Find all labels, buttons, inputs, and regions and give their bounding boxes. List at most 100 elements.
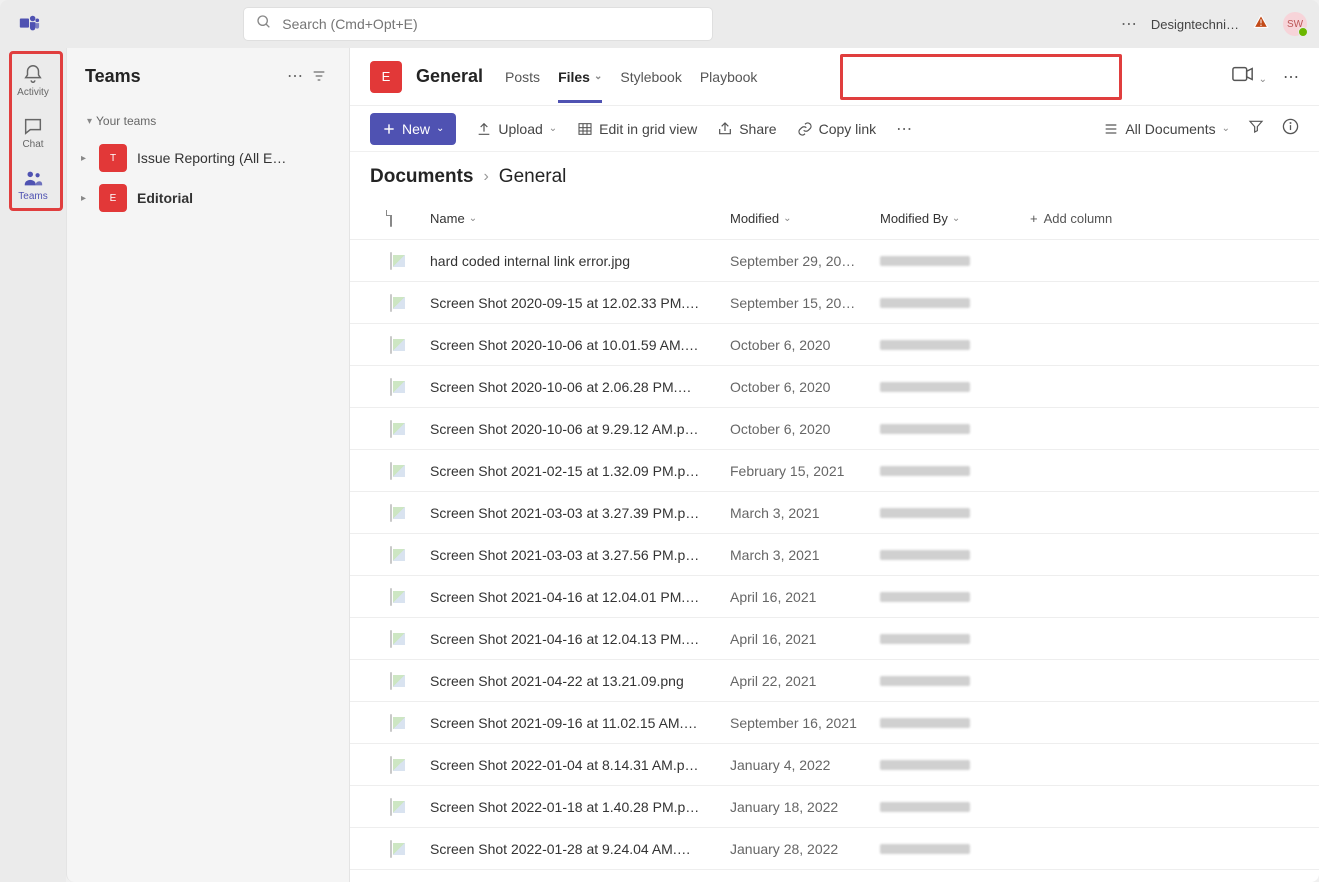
file-name[interactable]: Screen Shot 2021-03-03 at 3.27.56 PM.p… xyxy=(430,547,730,563)
team-name: Issue Reporting (All E… xyxy=(137,150,286,166)
share-button[interactable]: Share xyxy=(717,121,776,137)
nav-teams-label: Teams xyxy=(18,191,47,202)
file-modified-by xyxy=(880,802,1030,812)
your-teams-label[interactable]: ▾ Your teams xyxy=(67,104,349,138)
file-modified: April 16, 2021 xyxy=(730,631,880,647)
table-row[interactable]: Screen Shot 2021-03-03 at 3.27.56 PM.p… … xyxy=(350,534,1319,576)
table-row[interactable]: Screen Shot 2020-10-06 at 10.01.59 AM.… … xyxy=(350,324,1319,366)
file-modified: October 6, 2020 xyxy=(730,421,880,437)
search-input[interactable] xyxy=(282,16,700,32)
file-name[interactable]: Screen Shot 2021-02-15 at 1.32.09 PM.p… xyxy=(430,463,730,479)
file-name[interactable]: Screen Shot 2021-04-16 at 12.04.13 PM.… xyxy=(430,631,730,647)
table-row[interactable]: Screen Shot 2021-02-15 at 1.32.09 PM.p… … xyxy=(350,450,1319,492)
file-modified: September 29, 20… xyxy=(730,253,880,269)
tab-files[interactable]: Files⌄ xyxy=(558,51,602,103)
caret-down-icon: ▾ xyxy=(87,116,92,127)
image-file-icon xyxy=(390,798,392,816)
file-name[interactable]: Screen Shot 2021-04-16 at 12.04.01 PM.… xyxy=(430,589,730,605)
file-modified: September 16, 2021 xyxy=(730,715,880,731)
teams-logo-icon xyxy=(18,13,40,35)
tab-stylebook[interactable]: Stylebook xyxy=(620,51,681,103)
add-column-button[interactable]: +Add column xyxy=(1030,211,1299,226)
table-row[interactable]: Screen Shot 2021-04-22 at 13.21.09.png A… xyxy=(350,660,1319,702)
upload-button[interactable]: Upload ⌄ xyxy=(476,121,557,137)
file-name[interactable]: hard coded internal link error.jpg xyxy=(430,253,730,269)
files-toolbar: New ⌄ Upload ⌄ Edit in grid view Share C… xyxy=(350,106,1319,152)
nav-activity[interactable]: Activity xyxy=(0,54,66,106)
team-item[interactable]: ▸ E Editorial xyxy=(67,178,349,218)
channel-header: E General PostsFiles⌄StylebookPlaybook ⌄… xyxy=(350,48,1319,106)
warning-icon[interactable] xyxy=(1253,14,1269,35)
topbar: ⋯ Designtechni… SW xyxy=(0,0,1319,48)
table-row[interactable]: Screen Shot 2021-04-16 at 12.04.13 PM.… … xyxy=(350,618,1319,660)
file-modified-by xyxy=(880,466,1030,476)
file-name[interactable]: Screen Shot 2020-10-06 at 10.01.59 AM.… xyxy=(430,337,730,353)
file-name[interactable]: Screen Shot 2022-01-28 at 9.24.04 AM.… xyxy=(430,841,730,857)
team-item[interactable]: ▸ T Issue Reporting (All E… xyxy=(67,138,349,178)
team-avatar: T xyxy=(99,144,127,172)
col-header-name[interactable]: Name⌄ xyxy=(430,211,730,226)
file-modified-by xyxy=(880,508,1030,518)
file-modified-by xyxy=(880,550,1030,560)
image-file-icon xyxy=(390,714,392,732)
breadcrumb: Documents › General xyxy=(350,152,1319,198)
info-icon[interactable] xyxy=(1282,118,1299,140)
table-row[interactable]: Screen Shot 2022-01-28 at 9.24.04 AM.… J… xyxy=(350,828,1319,870)
file-modified: September 15, 20… xyxy=(730,295,880,311)
left-nav: Activity Chat Teams xyxy=(0,48,66,882)
copy-link-button[interactable]: Copy link xyxy=(797,121,877,137)
new-button[interactable]: New ⌄ xyxy=(370,113,456,145)
tab-posts[interactable]: Posts xyxy=(505,51,540,103)
file-name[interactable]: Screen Shot 2021-09-16 at 11.02.15 AM.… xyxy=(430,715,730,731)
table-header-row: Name⌄ Modified⌄ Modified By⌄ +Add column xyxy=(350,198,1319,240)
filter-icon[interactable] xyxy=(307,64,331,88)
file-name[interactable]: Screen Shot 2020-10-06 at 9.29.12 AM.p… xyxy=(430,421,730,437)
table-row[interactable]: Screen Shot 2021-03-03 at 3.27.39 PM.p… … xyxy=(350,492,1319,534)
file-modified-by xyxy=(880,340,1030,350)
table-row[interactable]: Screen Shot 2022-01-18 at 1.40.28 PM.p… … xyxy=(350,786,1319,828)
nav-chat[interactable]: Chat xyxy=(0,106,66,158)
breadcrumb-documents[interactable]: Documents xyxy=(370,166,473,188)
topbar-more-icon[interactable]: ⋯ xyxy=(1121,14,1137,34)
table-row[interactable]: hard coded internal link error.jpg Septe… xyxy=(350,240,1319,282)
file-modified: March 3, 2021 xyxy=(730,547,880,563)
table-row[interactable]: Screen Shot 2020-09-15 at 12.02.33 PM.… … xyxy=(350,282,1319,324)
file-name[interactable]: Screen Shot 2021-04-22 at 13.21.09.png xyxy=(430,673,730,689)
chevron-right-icon: › xyxy=(483,168,488,186)
teams-more-icon[interactable]: ⋯ xyxy=(283,64,307,88)
search-container[interactable] xyxy=(244,8,712,40)
col-header-modified[interactable]: Modified⌄ xyxy=(730,211,880,226)
channel-more-icon[interactable]: ⋯ xyxy=(1283,67,1299,87)
filter-icon[interactable] xyxy=(1248,118,1264,139)
file-name[interactable]: Screen Shot 2022-01-18 at 1.40.28 PM.p… xyxy=(430,799,730,815)
meet-button[interactable]: ⌄ xyxy=(1232,66,1267,87)
file-modified: April 16, 2021 xyxy=(730,589,880,605)
file-modified: January 4, 2022 xyxy=(730,757,880,773)
channel-title: General xyxy=(416,66,483,87)
table-row[interactable]: Screen Shot 2022-01-04 at 8.14.31 AM.p… … xyxy=(350,744,1319,786)
user-avatar[interactable]: SW xyxy=(1283,12,1307,36)
col-header-modified-by[interactable]: Modified By⌄ xyxy=(880,211,1030,226)
file-type-header-icon[interactable] xyxy=(390,210,392,227)
image-file-icon xyxy=(390,294,392,312)
file-name[interactable]: Screen Shot 2021-03-03 at 3.27.39 PM.p… xyxy=(430,505,730,521)
edit-grid-button[interactable]: Edit in grid view xyxy=(577,121,697,137)
file-name[interactable]: Screen Shot 2020-09-15 at 12.02.33 PM.… xyxy=(430,295,730,311)
org-name[interactable]: Designtechni… xyxy=(1151,17,1239,32)
table-row[interactable]: Screen Shot 2020-10-06 at 9.29.12 AM.p… … xyxy=(350,408,1319,450)
toolbar-more-icon[interactable]: ⋯ xyxy=(896,119,912,139)
table-row[interactable]: Screen Shot 2021-04-16 at 12.04.01 PM.… … xyxy=(350,576,1319,618)
file-name[interactable]: Screen Shot 2020-10-06 at 2.06.28 PM.… xyxy=(430,379,730,395)
table-row[interactable]: Screen Shot 2021-09-16 at 11.02.15 AM.… … xyxy=(350,702,1319,744)
table-row[interactable]: Screen Shot 2020-10-06 at 2.06.28 PM.… O… xyxy=(350,366,1319,408)
view-selector[interactable]: All Documents ⌄ xyxy=(1103,121,1230,137)
tab-playbook[interactable]: Playbook xyxy=(700,51,758,103)
file-name[interactable]: Screen Shot 2022-01-04 at 8.14.31 AM.p… xyxy=(430,757,730,773)
main-content: E General PostsFiles⌄StylebookPlaybook ⌄… xyxy=(350,48,1319,882)
image-file-icon xyxy=(390,630,392,648)
image-file-icon xyxy=(390,378,392,396)
nav-teams[interactable]: Teams xyxy=(0,158,66,210)
nav-chat-label: Chat xyxy=(22,139,43,150)
file-modified-by xyxy=(880,718,1030,728)
nav-activity-label: Activity xyxy=(17,87,49,98)
